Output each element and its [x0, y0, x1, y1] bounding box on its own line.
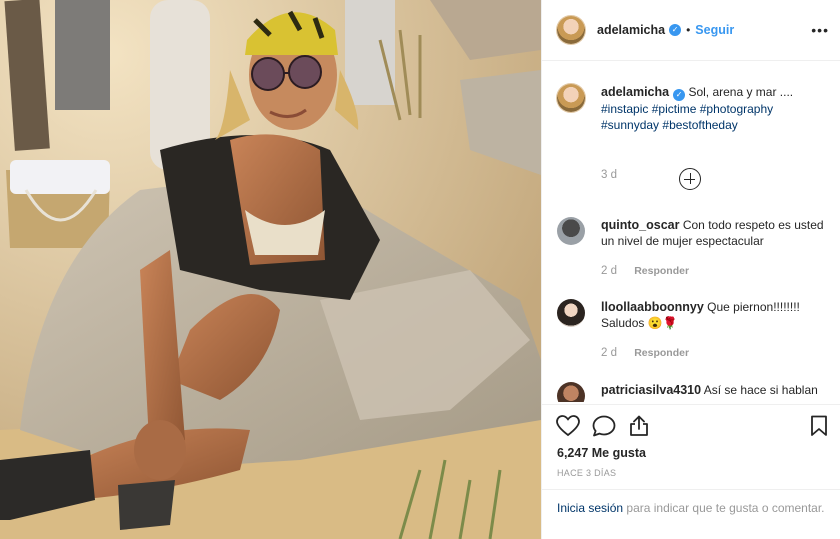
more-options-icon[interactable]: •••	[811, 23, 829, 37]
comment-icon[interactable]	[592, 415, 616, 437]
comment-meta: 2 d Responder	[601, 265, 689, 277]
login-link[interactable]: Inicia sesión	[557, 501, 623, 515]
heart-icon[interactable]	[556, 415, 580, 437]
comments-list[interactable]: adelamicha ✓ Sol, arena y mar .... #insta…	[542, 62, 840, 402]
hashtag-link[interactable]: #bestoftheday	[662, 118, 737, 132]
hashtag-link[interactable]: #sunnyday	[601, 118, 659, 132]
plus-circle-icon[interactable]	[679, 168, 701, 190]
post-side-panel: adelamicha ✓ • Seguir ••• adelamicha ✓ So…	[541, 0, 840, 539]
commenter-username[interactable]: patriciasilva4310	[601, 383, 701, 397]
comment-text: Así se hace si hablan	[703, 383, 818, 397]
hashtag-link[interactable]: #instapic	[601, 102, 648, 116]
caption-body: adelamicha ✓ Sol, arena y mar .... #insta…	[601, 84, 827, 133]
commenter-username[interactable]: quinto_oscar	[601, 218, 680, 232]
post-date[interactable]: HACE 3 DÍAS	[557, 468, 616, 478]
follow-button[interactable]: Seguir	[695, 23, 734, 37]
author-avatar[interactable]	[557, 16, 585, 44]
reply-button[interactable]: Responder	[634, 347, 689, 359]
caption-text: Sol, arena y mar ....	[688, 85, 794, 99]
hashtag-link[interactable]: #pictime	[652, 102, 697, 116]
action-bar	[542, 404, 840, 444]
reply-button[interactable]: Responder	[634, 265, 689, 277]
commenter-username[interactable]: lloollaabboonnyy	[601, 300, 704, 314]
separator-dot: •	[686, 23, 691, 37]
comment-item: lloollaabboonnyy Que piernon!!!!!!!! Sal…	[557, 299, 827, 369]
comment-meta: 2 d Responder	[601, 347, 689, 359]
caption-author-avatar[interactable]	[557, 84, 585, 112]
caption-author[interactable]: adelamicha	[601, 85, 669, 99]
comment-body: lloollaabboonnyy Que piernon!!!!!!!! Sal…	[601, 299, 827, 331]
comment-time[interactable]: 2 d	[601, 347, 617, 359]
post-photo-illustration	[0, 0, 541, 539]
comment-body: quinto_oscar Con todo respeto es usted u…	[601, 217, 827, 249]
author-block: adelamicha ✓ • Seguir	[597, 23, 734, 37]
like-count[interactable]: 6,247 Me gusta	[557, 446, 646, 460]
commenter-avatar[interactable]	[557, 382, 585, 402]
caption-item: adelamicha ✓ Sol, arena y mar .... #insta…	[557, 84, 827, 181]
author-username[interactable]: adelamicha	[597, 23, 665, 37]
share-icon[interactable]	[628, 415, 650, 437]
comment-time[interactable]: 2 d	[601, 265, 617, 277]
caption-time[interactable]: 3 d	[601, 169, 617, 181]
verified-badge-icon: ✓	[673, 89, 686, 101]
post-photo[interactable]	[0, 0, 541, 539]
comment-item: quinto_oscar Con todo respeto es usted u…	[557, 217, 827, 287]
bookmark-icon[interactable]	[810, 415, 828, 437]
comment-body: patriciasilva4310 Así se hace si hablan	[601, 382, 827, 398]
login-prompt-text: para indicar que te gusta o comentar.	[626, 501, 825, 515]
commenter-avatar[interactable]	[557, 217, 585, 245]
comment-item: patriciasilva4310 Así se hace si hablan	[557, 382, 827, 402]
post-header: adelamicha ✓ • Seguir •••	[542, 0, 840, 61]
verified-badge-icon: ✓	[669, 24, 682, 36]
login-prompt: Inicia sesión para indicar que te gusta …	[542, 489, 840, 539]
commenter-avatar[interactable]	[557, 299, 585, 327]
hashtag-link[interactable]: #photography	[700, 102, 773, 116]
